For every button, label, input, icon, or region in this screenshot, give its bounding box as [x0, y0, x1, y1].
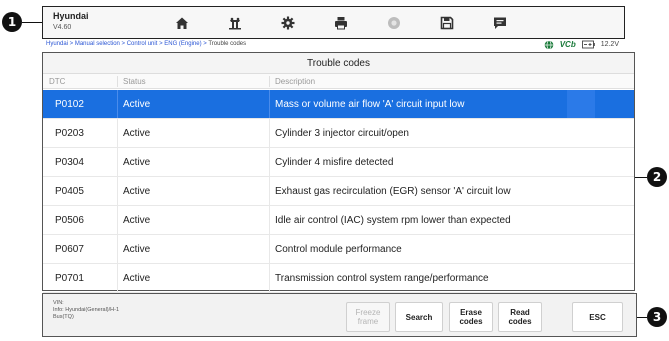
table-row[interactable]: P0506 Active Idle air control (IAC) syst… — [43, 206, 634, 235]
cell-divider — [269, 177, 270, 205]
dtc-code: P0102 — [55, 98, 84, 110]
table-row[interactable]: P0405 Active Exhaust gas recirculation (… — [43, 177, 634, 206]
table-title: Trouble codes — [43, 53, 634, 74]
vci-status-label: VCb — [559, 40, 576, 49]
cell-divider — [117, 119, 118, 147]
row-highlight-block — [567, 90, 595, 118]
column-divider — [117, 76, 118, 87]
dtc-description: Control module performance — [275, 243, 402, 255]
cell-divider — [269, 235, 270, 263]
dtc-status: Active — [123, 214, 151, 226]
settings-button[interactable] — [267, 11, 309, 35]
dtc-description: Transmission control system range/perfor… — [275, 272, 489, 284]
dtc-code: P0405 — [55, 185, 84, 197]
cell-divider — [117, 206, 118, 234]
dtc-description: Idle air control (IAC) system rpm lower … — [275, 214, 511, 226]
dtc-status: Active — [123, 243, 151, 255]
dtc-code: P0304 — [55, 156, 84, 168]
table-row[interactable]: P0701 Active Transmission control system… — [43, 264, 634, 293]
settings-gear-icon — [281, 16, 295, 30]
breadcrumb-current: Trouble codes — [208, 41, 247, 47]
dtc-description: Exhaust gas recirculation (EGR) sensor '… — [275, 185, 511, 197]
vin-label: VIN: — [53, 300, 64, 306]
cell-divider — [269, 90, 270, 118]
cell-divider — [117, 148, 118, 176]
cell-divider — [117, 177, 118, 205]
callout-marker-3: 3 — [647, 307, 667, 327]
home-button[interactable] — [161, 11, 203, 35]
breadcrumb[interactable]: Hyundai > Manual selection > Control uni… — [46, 41, 246, 47]
vehicle-info: VIN: Info: Hyundai(General)/H-1 Bus(TQ) — [53, 300, 119, 321]
callout-marker-2: 2 — [647, 167, 667, 187]
column-divider — [269, 76, 270, 87]
table-row[interactable]: P0607 Active Control module performance — [43, 235, 634, 264]
globe-network-icon — [544, 39, 554, 50]
col-header-dtc: DTC — [49, 77, 66, 86]
print-icon — [335, 17, 347, 30]
data-logging-button[interactable] — [479, 11, 521, 35]
esc-button[interactable]: ESC — [572, 302, 623, 332]
function-button-bar: VIN: Info: Hyundai(General)/H-1 Bus(TQ) … — [42, 293, 637, 337]
table-row[interactable]: P0102 Active Mass or volume air flow 'A'… — [43, 90, 634, 119]
cell-divider — [117, 90, 118, 118]
table-row[interactable]: P0203 Active Cylinder 3 injector circuit… — [43, 119, 634, 148]
save-button[interactable] — [426, 11, 468, 35]
dtc-status: Active — [123, 98, 151, 110]
trouble-code-list: P0102 Active Mass or volume air flow 'A'… — [43, 90, 634, 293]
dtc-status: Active — [123, 127, 151, 139]
vehicle-info-line: Info: Hyundai(General)/H-1 — [53, 307, 120, 313]
cell-divider — [117, 264, 118, 292]
print-button[interactable] — [320, 11, 362, 35]
erase-codes-button[interactable]: Erase codes — [449, 302, 493, 332]
callout-marker-1: 1 — [2, 12, 22, 32]
home-icon — [176, 17, 188, 29]
table-row[interactable]: P0304 Active Cylinder 4 misfire detected — [43, 148, 634, 177]
trouble-codes-panel: Trouble codes DTC Status Description P01… — [42, 52, 635, 293]
cell-divider — [269, 264, 270, 292]
dtc-code: P0607 — [55, 243, 84, 255]
read-codes-button[interactable]: Read codes — [498, 302, 542, 332]
dtc-code: P0203 — [55, 127, 84, 139]
battery-icon — [581, 40, 595, 49]
column-headers: DTC Status Description — [43, 74, 634, 89]
connection-status: VCb 12.2V — [544, 39, 619, 50]
data-logging-icon — [494, 17, 506, 29]
freeze-frame-button[interactable]: Freeze frame — [346, 302, 390, 332]
breadcrumb-path[interactable]: Hyundai > Manual selection > Control uni… — [46, 41, 208, 47]
help-button[interactable] — [373, 11, 415, 35]
search-button[interactable]: Search — [395, 302, 443, 332]
cell-divider — [269, 119, 270, 147]
cell-divider — [269, 206, 270, 234]
cell-divider — [269, 148, 270, 176]
dtc-code: P0506 — [55, 214, 84, 226]
help-icon — [388, 17, 400, 29]
dtc-code: P0701 — [55, 272, 84, 284]
dtc-description: Cylinder 3 injector circuit/open — [275, 127, 409, 139]
callout-line-2 — [635, 177, 647, 178]
callout-line-1 — [22, 22, 42, 23]
col-header-status: Status — [123, 77, 146, 86]
battery-voltage: 12.2V — [600, 41, 619, 48]
dtc-status: Active — [123, 156, 151, 168]
bus-info: Bus(TQ) — [53, 314, 74, 320]
callout-line-3 — [637, 317, 647, 318]
vehicle-make-title: Hyundai — [53, 11, 89, 21]
cell-divider — [117, 235, 118, 263]
dtc-description: Cylinder 4 misfire detected — [275, 156, 394, 168]
dtc-status: Active — [123, 272, 151, 284]
software-version: V4.60 — [53, 24, 72, 31]
vehicle-switch-button[interactable] — [214, 11, 256, 35]
col-header-description: Description — [275, 77, 316, 86]
save-icon — [440, 16, 454, 30]
dtc-description: Mass or volume air flow 'A' circuit inpu… — [275, 98, 465, 110]
vehicle-lift-icon — [229, 17, 241, 30]
top-toolbar: Hyundai V4.60 — [42, 6, 625, 39]
dtc-status: Active — [123, 185, 151, 197]
